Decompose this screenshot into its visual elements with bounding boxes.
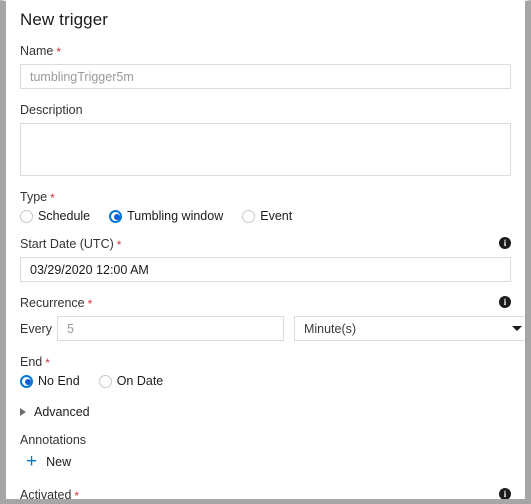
type-label-row: Type * <box>20 189 511 205</box>
radio-end-no-end-label: No End <box>38 374 80 388</box>
name-field-group: Name * <box>16 43 515 89</box>
description-label-row: Description <box>20 102 511 118</box>
type-field-group: Type * Schedule Tumbling window Event <box>16 189 515 223</box>
type-required-asterisk: * <box>50 191 55 205</box>
radio-type-schedule-label: Schedule <box>38 209 91 223</box>
page-title: New trigger <box>20 10 109 29</box>
start-date-required-asterisk: * <box>116 238 122 252</box>
recurrence-controls: Every Minute(s) <box>20 316 525 341</box>
radio-end-no-end[interactable]: No End <box>20 374 80 388</box>
end-required-asterisk: * <box>45 356 50 370</box>
start-date-input[interactable] <box>20 257 511 282</box>
end-field-group: End * No End On Date <box>16 354 515 388</box>
triangle-right-icon <box>20 408 26 416</box>
radio-end-on-date[interactable]: On Date <box>98 374 164 388</box>
recurrence-label: Recurrence <box>20 296 85 310</box>
advanced-expander[interactable]: Advanced <box>16 405 515 419</box>
every-label: Every <box>20 321 52 336</box>
annotations-label: Annotations <box>20 433 87 447</box>
info-icon[interactable]: i <box>499 237 511 249</box>
activated-field-group: Activated * i Yes No <box>16 487 515 503</box>
radio-circle-selected-icon <box>20 374 33 388</box>
recurrence-unit-select[interactable]: Minute(s) <box>293 316 525 341</box>
recurrence-interval-input[interactable] <box>56 316 284 341</box>
end-label-row: End * <box>20 354 511 370</box>
start-date-label-row: Start Date (UTC) * <box>20 236 511 252</box>
name-input[interactable] <box>20 64 511 89</box>
type-label: Type <box>20 190 48 204</box>
radio-type-schedule[interactable]: Schedule <box>20 209 90 223</box>
chevron-down-icon <box>511 326 522 331</box>
radio-type-tumbling-window-label: Tumbling window <box>127 209 224 223</box>
radio-circle-icon <box>242 209 256 223</box>
info-icon[interactable]: i <box>499 296 511 308</box>
radio-end-on-date-label: On Date <box>116 374 164 388</box>
plus-icon: + <box>26 451 38 472</box>
end-label: End <box>20 355 43 369</box>
description-textarea[interactable] <box>20 123 511 176</box>
radio-circle-icon <box>98 374 112 388</box>
recurrence-required-asterisk: * <box>87 297 93 311</box>
name-required-asterisk: * <box>56 45 62 59</box>
activated-label: Activated <box>20 488 72 502</box>
add-annotation-button[interactable]: + New <box>20 451 511 472</box>
end-radio-group: No End On Date <box>20 374 511 388</box>
recurrence-field-group: Recurrence * i Every Minute(s) <box>16 295 525 341</box>
annotations-field-group: Annotations + New <box>16 432 515 472</box>
radio-type-tumbling-window[interactable]: Tumbling window <box>109 209 223 223</box>
description-field-group: Description <box>16 102 515 176</box>
radio-type-event[interactable]: Event <box>242 209 292 223</box>
activated-required-asterisk: * <box>74 489 80 503</box>
add-annotation-label: New <box>46 455 72 469</box>
advanced-label: Advanced <box>34 405 90 419</box>
radio-circle-icon <box>20 209 33 223</box>
type-radio-group: Schedule Tumbling window Event <box>20 209 511 223</box>
new-trigger-panel: New trigger Name * Description Type * Sc… <box>0 0 531 504</box>
name-label-row: Name * <box>20 43 511 59</box>
activated-label-row: Activated * <box>20 487 511 503</box>
annotations-label-row: Annotations <box>20 432 511 448</box>
recurrence-label-row: Recurrence * <box>20 295 511 311</box>
radio-circle-selected-icon <box>109 209 123 223</box>
name-label: Name <box>20 44 54 58</box>
start-date-field-group: Start Date (UTC) * i <box>16 236 515 282</box>
start-date-label: Start Date (UTC) <box>20 237 114 251</box>
description-label: Description <box>20 103 83 117</box>
recurrence-unit-value: Minute(s) <box>303 321 357 336</box>
radio-type-event-label: Event <box>260 209 293 223</box>
info-icon[interactable]: i <box>499 488 511 499</box>
